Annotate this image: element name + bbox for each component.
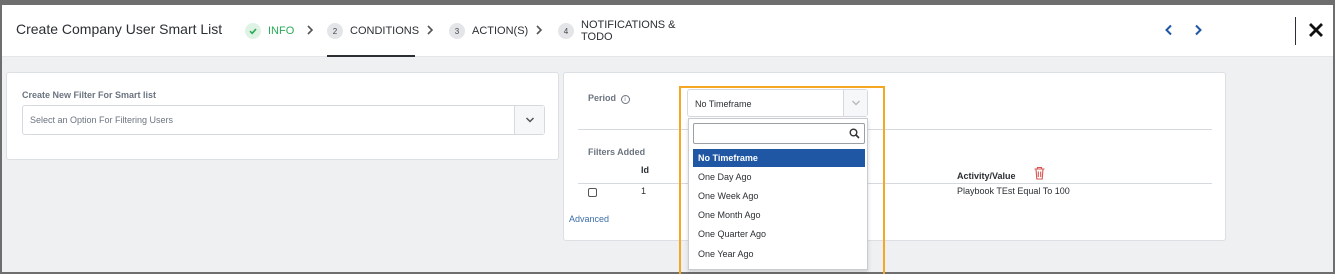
header-divider xyxy=(1295,17,1296,45)
dropdown-option[interactable]: One Quarter Ago xyxy=(693,225,865,243)
step-number: 3 xyxy=(449,23,465,39)
column-header-id: Id xyxy=(641,165,649,175)
filters-added-label: Filters Added xyxy=(588,147,646,157)
step-actions[interactable]: 3 ACTION(S) xyxy=(449,5,528,57)
dropdown-option[interactable]: No Timeframe xyxy=(693,149,865,167)
chevron-right-icon xyxy=(427,25,434,35)
search-icon xyxy=(849,128,860,139)
row-checkbox[interactable] xyxy=(588,188,597,197)
period-dropdown-menu: No Timeframe One Day Ago One Week Ago On… xyxy=(688,118,868,270)
modal-header: Create Company User Smart List INFO 2 CO… xyxy=(2,5,1333,57)
dropdown-option[interactable]: One Day Ago xyxy=(693,168,865,186)
chevron-right-icon xyxy=(536,25,543,35)
period-label-wrap: Period i xyxy=(588,93,630,104)
info-icon: i xyxy=(620,95,630,104)
filter-select[interactable]: Select an Option For Filtering Users xyxy=(22,105,545,135)
chevron-right-nav-icon[interactable] xyxy=(1192,24,1204,36)
step-number: 2 xyxy=(327,23,343,39)
filter-label: Create New Filter For Smart list xyxy=(22,90,157,100)
dropdown-option[interactable]: One Month Ago xyxy=(693,206,865,224)
delete-icon[interactable] xyxy=(1033,166,1046,180)
step-notifications-line2: TODO xyxy=(581,31,613,43)
dropdown-toggle[interactable] xyxy=(514,106,544,134)
step-actions-label: ACTION(S) xyxy=(472,25,529,37)
step-notifications-label: NOTIFICATIONS & TODO xyxy=(581,19,676,43)
dropdown-option[interactable]: One Week Ago xyxy=(693,187,865,205)
row-activity: Playbook TEst Equal To 100 xyxy=(957,186,1070,196)
divider xyxy=(578,129,1212,130)
advanced-link[interactable]: Advanced xyxy=(569,214,609,224)
filter-card: Create New Filter For Smart list Select … xyxy=(6,72,559,160)
chevron-right-icon xyxy=(307,25,314,35)
conditions-card: Period i No Timeframe Filters Added Id A… xyxy=(563,72,1226,241)
step-conditions-label: CONDITIONS xyxy=(350,25,420,37)
page-title: Create Company User Smart List xyxy=(16,21,223,37)
active-step-underline xyxy=(327,55,415,57)
step-number: 4 xyxy=(558,23,574,39)
filter-select-placeholder: Select an Option For Filtering Users xyxy=(30,115,174,125)
close-icon[interactable] xyxy=(1308,22,1324,38)
step-notifications-line1: NOTIFICATIONS & xyxy=(581,19,676,31)
step-info-label: INFO xyxy=(268,25,295,37)
check-icon xyxy=(245,23,261,39)
column-header-activity: Activity/Value xyxy=(957,171,1016,181)
dropdown-search-input[interactable] xyxy=(693,123,865,144)
step-info[interactable]: INFO xyxy=(245,5,294,57)
row-id: 1 xyxy=(641,186,647,196)
dropdown-option[interactable]: One Year Ago xyxy=(693,245,865,263)
step-conditions[interactable]: 2 CONDITIONS xyxy=(327,5,419,57)
modal-frame: Create Company User Smart List INFO 2 CO… xyxy=(2,5,1333,274)
table-header-divider xyxy=(578,183,1212,184)
chevron-down-icon xyxy=(525,117,534,123)
step-notifications[interactable]: 4 NOTIFICATIONS & TODO xyxy=(558,5,676,57)
chevron-left-icon[interactable] xyxy=(1163,24,1175,36)
period-label: Period xyxy=(588,93,617,103)
